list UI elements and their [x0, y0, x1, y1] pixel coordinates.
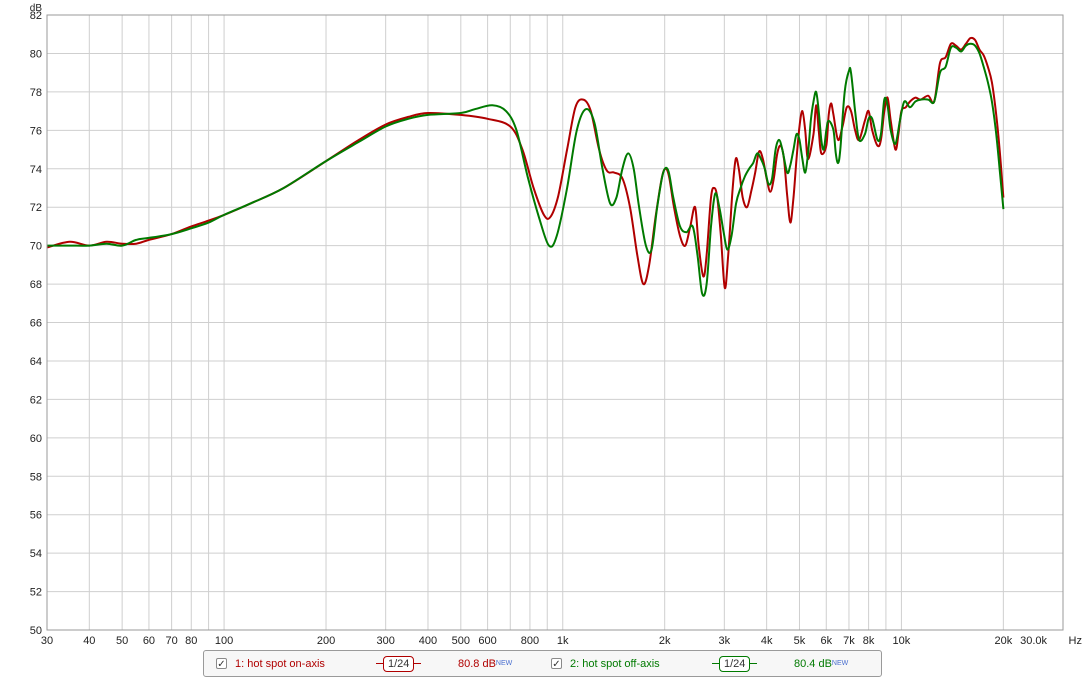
- x-tick-label: 70: [165, 635, 177, 647]
- x-tick-label: 20k: [994, 635, 1012, 647]
- x-tick-label: 400: [419, 635, 437, 647]
- frequency-response-chart: 5052545658606264666870727476788082dB30 40…: [30, 3, 1082, 647]
- x-tick-label: 100: [215, 635, 233, 647]
- x-tick-label: 60: [143, 635, 155, 647]
- legend-bar: ✓ 1: hot spot on-axis 1/24 80.8 dB NEW ✓ …: [203, 650, 882, 677]
- series-2-new-badge: NEW: [831, 660, 849, 667]
- x-tick-label: 7k: [843, 635, 855, 647]
- y-tick-label: 60: [30, 433, 42, 445]
- y-tick-label: 52: [30, 587, 42, 599]
- y-tick-label: 80: [30, 48, 42, 60]
- y-tick-label: 78: [30, 87, 42, 99]
- y-axis-unit: dB: [30, 3, 43, 14]
- x-tick-label: 5k: [794, 635, 806, 647]
- series-1-checkbox[interactable]: ✓: [216, 658, 227, 670]
- y-tick-label: 64: [30, 356, 42, 368]
- series-2-smoothing-value[interactable]: 1/24: [719, 655, 751, 672]
- legend-item-series-2[interactable]: ✓ 2: hot spot off-axis: [551, 651, 660, 676]
- series-1-level-value: 80.8 dB: [458, 657, 496, 670]
- series-1-level: 80.8 dB NEW: [458, 651, 512, 676]
- series-2-level-value: 80.4 dB: [794, 657, 832, 670]
- series-1-smoothing-value[interactable]: 1/24: [383, 655, 415, 672]
- x-tick-label: 500: [452, 635, 470, 647]
- y-tick-label: 62: [30, 394, 42, 406]
- x-tick-label: 30.0k: [1020, 635, 1047, 647]
- legend-item-series-1[interactable]: ✓ 1: hot spot on-axis: [216, 651, 325, 676]
- x-tick-label: 1k: [557, 635, 569, 647]
- y-tick-label: 70: [30, 241, 42, 253]
- y-tick-label: 68: [30, 279, 42, 291]
- x-tick-label: 80: [185, 635, 197, 647]
- x-tick-label: 600: [478, 635, 496, 647]
- series-2-level: 80.4 dB NEW: [794, 651, 848, 676]
- x-axis-unit: Hz: [1069, 635, 1082, 647]
- x-tick-label: 2k: [659, 635, 671, 647]
- series-line-2: [46, 42, 1005, 297]
- x-tick-label: 40: [83, 635, 95, 647]
- series-2-smoothing-control[interactable]: 1/24: [712, 655, 758, 672]
- y-tick-label: 56: [30, 510, 42, 522]
- y-tick-label: 66: [30, 318, 42, 330]
- x-tick-label: 4k: [761, 635, 773, 647]
- x-tick-label: 3k: [719, 635, 731, 647]
- y-tick-label: 72: [30, 202, 42, 214]
- x-tick-label: 10k: [893, 635, 911, 647]
- y-tick-label: 74: [30, 164, 42, 176]
- series-2-checkbox[interactable]: ✓: [551, 658, 562, 670]
- series-1-smoothing-control[interactable]: 1/24: [376, 655, 422, 672]
- y-tick-label: 54: [30, 548, 42, 560]
- series-1-new-badge: NEW: [495, 660, 513, 667]
- x-tick-label: 200: [317, 635, 335, 647]
- chart-series: [46, 36, 1005, 297]
- x-tick-label: 30: [41, 635, 53, 647]
- y-tick-label: 76: [30, 125, 42, 137]
- series-1-label: 1: hot spot on-axis: [235, 657, 325, 670]
- x-tick-label: 300: [376, 635, 394, 647]
- x-tick-label: 50: [116, 635, 128, 647]
- x-tick-label: 6k: [820, 635, 832, 647]
- series-2-label: 2: hot spot off-axis: [570, 657, 660, 670]
- y-tick-label: 58: [30, 471, 42, 483]
- x-tick-label: 800: [521, 635, 539, 647]
- x-tick-label: 8k: [863, 635, 875, 647]
